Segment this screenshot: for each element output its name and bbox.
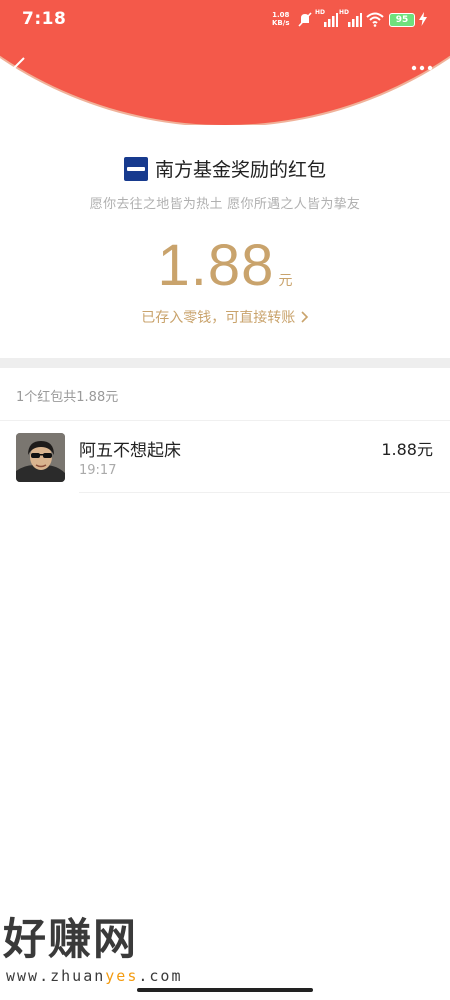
record-time: 19:17	[79, 463, 117, 478]
red-packet-header: 7:18 1.08 KB/s HD HD 95	[0, 0, 450, 125]
network-speed-value: 1.08	[272, 11, 290, 19]
more-options-icon[interactable]	[408, 58, 436, 78]
back-chevron-icon[interactable]	[8, 55, 32, 81]
sender-logo-icon	[123, 156, 148, 181]
amount-value: 1.88	[157, 233, 275, 298]
sender-section: 南方基金奖励的红包	[0, 155, 450, 185]
section-divider	[0, 358, 450, 368]
wifi-icon	[366, 12, 384, 27]
stored-to-wallet-text: 已存入零钱，可直接转账	[141, 310, 296, 326]
avatar	[16, 433, 65, 482]
sender-name: 南方基金奖励的红包	[154, 159, 326, 181]
status-bar: 7:18 1.08 KB/s HD HD 95	[0, 0, 450, 40]
watermark-url-highlight: yes	[105, 967, 139, 985]
network-speed-unit: KB/s	[272, 19, 290, 27]
home-indicator[interactable]	[137, 988, 313, 992]
record-sender-name: 阿五不想起床	[79, 441, 181, 461]
watermark-url: www.zhuanyes.com	[6, 967, 183, 985]
signal-hd-label: HD	[315, 9, 326, 16]
signal-hd-label: HD	[339, 9, 350, 16]
network-speed: 1.08 KB/s	[272, 11, 289, 27]
watermark-url-part: .com	[138, 967, 183, 985]
battery-indicator: 95	[389, 13, 415, 27]
mute-icon	[298, 12, 312, 27]
amount-unit: 元	[278, 273, 293, 289]
list-item[interactable]: 阿五不想起床 19:17 1.88元	[0, 421, 450, 493]
stored-to-wallet-link[interactable]: 已存入零钱，可直接转账	[0, 307, 450, 327]
chevron-right-icon	[301, 311, 308, 323]
blessing-text: 愿你去往之地皆为热土 愿你所遇之人皆为挚友	[89, 197, 361, 212]
watermark-url-part: www.zhuan	[6, 967, 106, 985]
divider-line	[79, 492, 450, 493]
site-watermark: 好赚网 www.zhuanyes.com	[3, 915, 203, 990]
packet-summary: 1个红包共1.88元	[16, 390, 119, 405]
charging-icon	[419, 12, 427, 26]
record-amount: 1.88元	[381, 440, 433, 459]
status-time: 7:18	[22, 9, 67, 29]
amount-display: 1.88 元	[0, 232, 450, 299]
watermark-title: 好赚网	[3, 915, 138, 965]
